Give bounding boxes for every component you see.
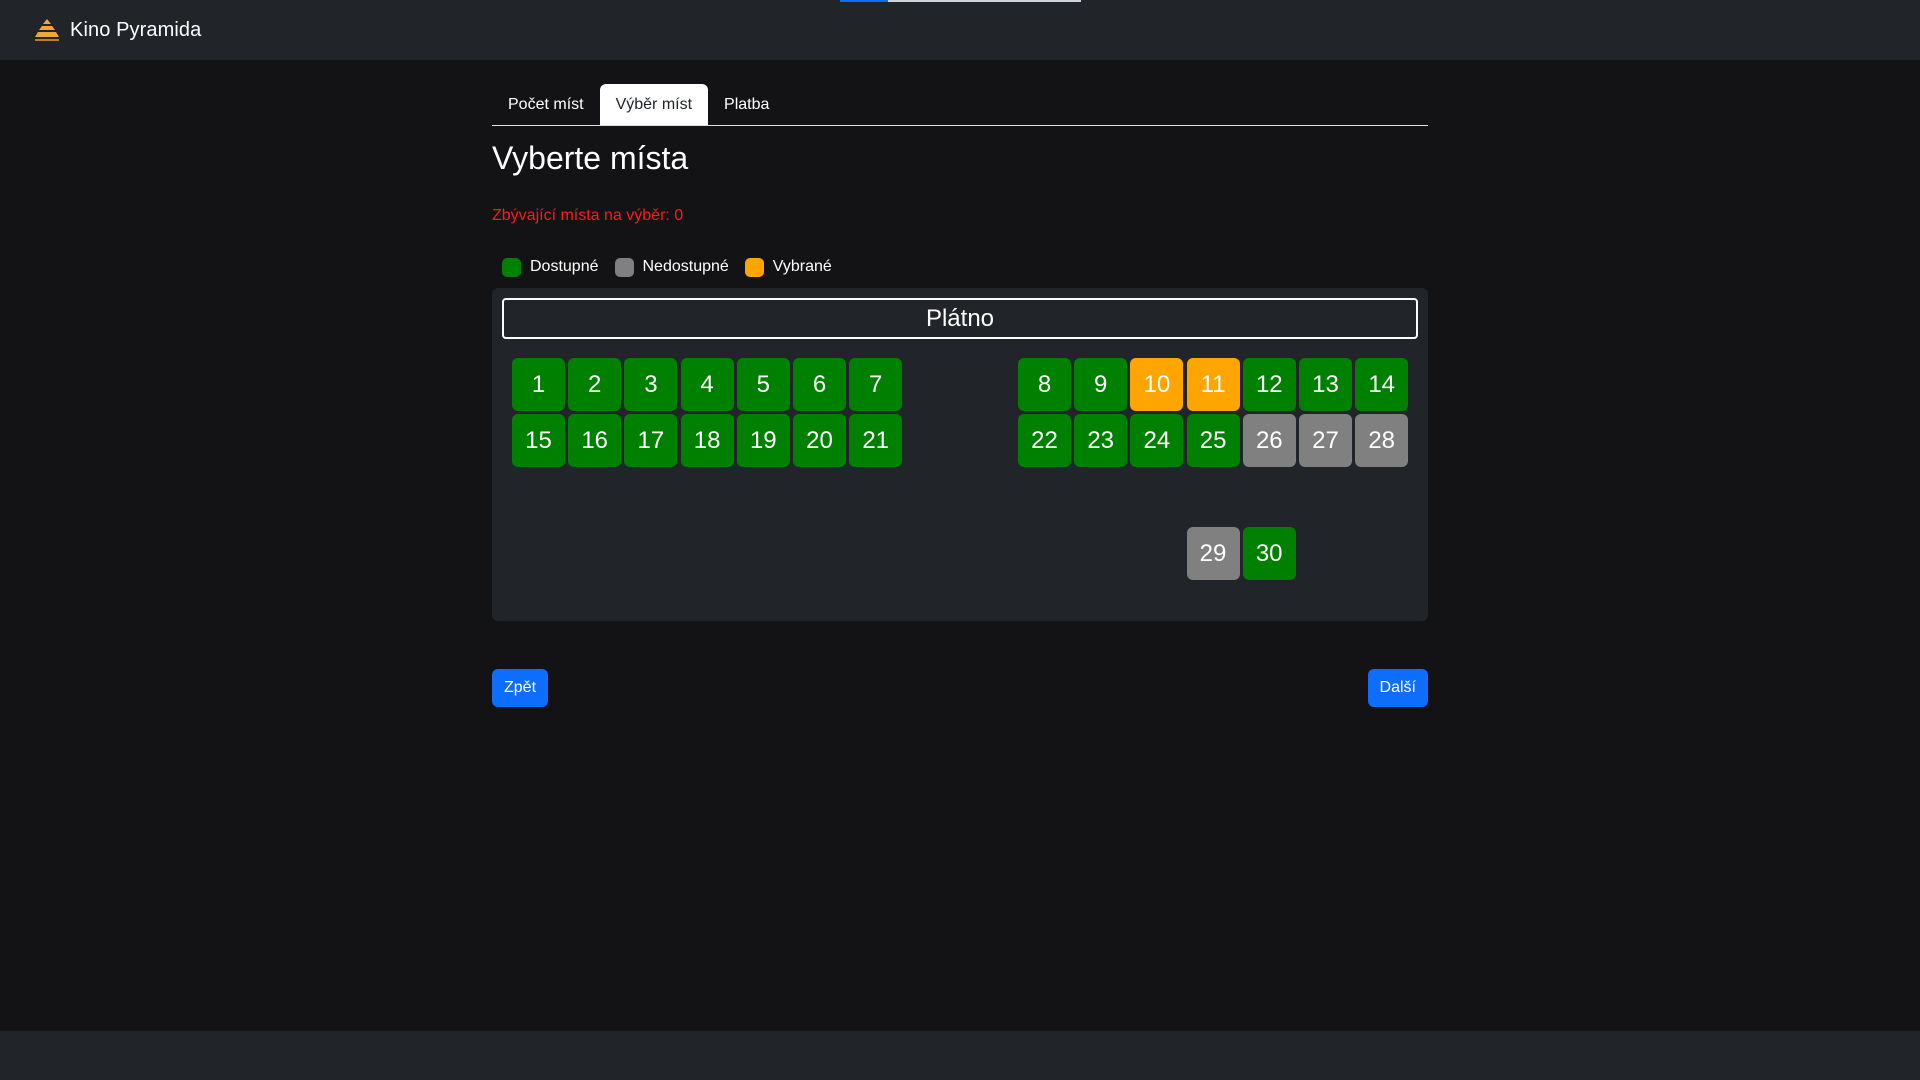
progress-bar: [840, 0, 1081, 2]
seat-2[interactable]: 2: [568, 358, 622, 411]
brand-link[interactable]: Kino Pyramida: [34, 17, 201, 43]
pyramid-logo-icon: [34, 18, 60, 42]
seat-27: 27: [1299, 414, 1352, 467]
seat-1[interactable]: 1: [512, 358, 565, 411]
seat-3[interactable]: 3: [624, 358, 678, 411]
cinema-screen: Plátno: [502, 298, 1418, 339]
seat-15[interactable]: 15: [512, 414, 565, 467]
seat-16[interactable]: 16: [568, 414, 622, 467]
seat-13[interactable]: 13: [1299, 358, 1352, 411]
seat-5[interactable]: 5: [736, 358, 790, 411]
navigation-buttons: Zpět Další: [492, 669, 1428, 707]
seat-30[interactable]: 30: [1242, 527, 1296, 580]
seat-14[interactable]: 14: [1355, 358, 1409, 411]
seat-legend: Dostupné Nedostupné Vybrané: [502, 256, 848, 278]
seat-8[interactable]: 8: [1018, 358, 1071, 411]
seat-19[interactable]: 19: [736, 414, 790, 467]
legend-label: Dostupné: [530, 258, 599, 275]
seat-22[interactable]: 22: [1018, 414, 1071, 467]
seat-17[interactable]: 17: [624, 414, 678, 467]
legend-label: Vybrané: [772, 258, 832, 275]
legend-swatch: [744, 257, 764, 277]
footer: [0, 1031, 1920, 1080]
progress-bar-fill: [840, 0, 888, 2]
seat-23[interactable]: 23: [1074, 414, 1128, 467]
legend-item-unavailable: Nedostupné: [614, 257, 729, 277]
back-button[interactable]: Zpět: [492, 669, 549, 707]
legend-item-available: Dostupné: [502, 257, 599, 277]
next-button[interactable]: Další: [1367, 669, 1428, 707]
seat-25[interactable]: 25: [1186, 414, 1240, 467]
seat-26: 26: [1242, 414, 1296, 467]
seat-12[interactable]: 12: [1242, 358, 1296, 411]
seat-4[interactable]: 4: [680, 358, 734, 411]
tab-1[interactable]: Počet míst: [492, 84, 600, 125]
brand-name: Kino Pyramida: [70, 18, 202, 41]
seat-18[interactable]: 18: [680, 414, 734, 467]
navbar: Kino Pyramida: [0, 0, 1920, 60]
step-tabs: Počet míst Výběr míst Platba: [492, 84, 1428, 126]
seat-6[interactable]: 6: [793, 358, 846, 411]
tab-3[interactable]: Platba: [708, 84, 785, 125]
seat-20[interactable]: 20: [793, 414, 846, 467]
seat-7[interactable]: 7: [849, 358, 903, 411]
legend-label: Nedostupné: [642, 258, 729, 275]
seat-10[interactable]: 10: [1130, 358, 1184, 411]
seat-28: 28: [1355, 414, 1409, 467]
legend-swatch: [502, 257, 521, 277]
legend-item-selected: Vybrané: [744, 257, 832, 277]
seat-29: 29: [1186, 527, 1240, 580]
legend-swatch: [614, 257, 634, 277]
seat-24[interactable]: 24: [1130, 414, 1184, 467]
page-title: Vyberte místa: [492, 140, 689, 176]
remaining-seats-text: Zbývající místa na výběr: 0: [492, 207, 684, 224]
tab-2[interactable]: Výběr míst: [599, 84, 709, 125]
seat-21[interactable]: 21: [849, 414, 903, 467]
seating-plan: Plátno 1 2 3 4 5 6 7 8 9 10 11 12 13 14 15 16 17 18 19 20 21…: [492, 288, 1428, 621]
seat-9[interactable]: 9: [1074, 358, 1128, 411]
seat-11[interactable]: 11: [1186, 358, 1240, 411]
